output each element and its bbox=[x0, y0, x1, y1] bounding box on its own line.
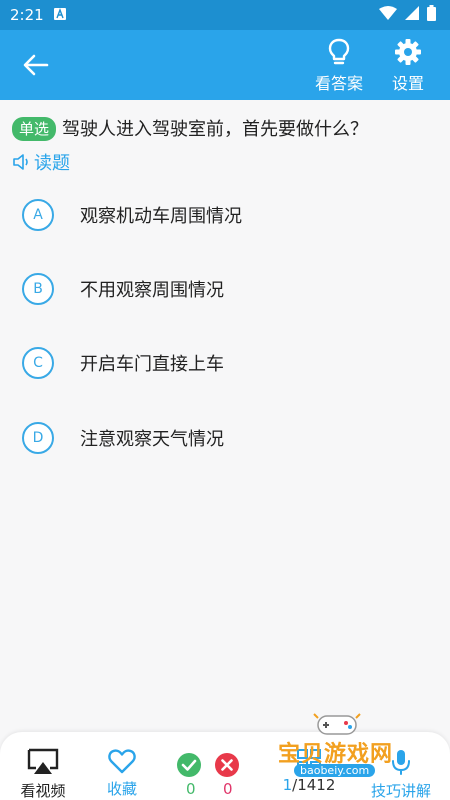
back-button[interactable] bbox=[16, 48, 56, 82]
settings-button[interactable]: 设置 bbox=[377, 38, 439, 94]
option-a-letter: A bbox=[22, 199, 54, 231]
option-b[interactable]: B 不用观察周围情况 bbox=[22, 272, 432, 306]
signal-icon bbox=[405, 6, 419, 24]
notification-icon bbox=[53, 6, 66, 24]
video-screen-icon bbox=[27, 748, 59, 774]
microphone-icon bbox=[392, 750, 410, 775]
check-circle-icon bbox=[177, 753, 201, 777]
option-d-text: 注意观察天气情况 bbox=[80, 429, 224, 450]
question-type-tag: 单选 bbox=[12, 117, 57, 141]
read-question-label: 读题 bbox=[34, 153, 70, 174]
gear-icon bbox=[395, 39, 421, 65]
progress-current: 1 bbox=[282, 776, 293, 794]
option-c-text: 开启车门直接上车 bbox=[80, 354, 224, 375]
back-arrow-icon bbox=[23, 54, 49, 76]
wifi-icon bbox=[379, 6, 397, 24]
option-d[interactable]: D 注意观察天气情况 bbox=[22, 421, 432, 455]
option-d-letter: D bbox=[22, 422, 54, 454]
option-a-text: 观察机动车周围情况 bbox=[80, 206, 242, 227]
favorite-label: 收藏 bbox=[106, 780, 137, 798]
wrong-indicator bbox=[214, 752, 240, 778]
question-text: 驾驶人进入驾驶室前，首先要做什么？ bbox=[62, 119, 369, 140]
progress-total: /1412 bbox=[292, 776, 336, 794]
watch-video-label: 看视频 bbox=[20, 782, 66, 800]
progress-text: 1/1412 bbox=[283, 776, 336, 794]
status-time: 2:21 bbox=[10, 6, 44, 24]
battery-icon bbox=[427, 5, 436, 25]
speaker-icon bbox=[13, 154, 28, 170]
settings-label: 设置 bbox=[391, 74, 424, 93]
tips-explanation-button[interactable]: 技巧讲解 bbox=[366, 748, 436, 800]
tips-explanation-label: 技巧讲解 bbox=[370, 782, 431, 800]
favorite-button[interactable]: 收藏 bbox=[100, 748, 144, 799]
option-c-letter: C bbox=[22, 347, 54, 379]
correct-indicator bbox=[176, 752, 202, 778]
read-question-button[interactable]: 读题 bbox=[12, 149, 70, 175]
watch-video-button[interactable]: 看视频 bbox=[16, 748, 70, 800]
option-b-letter: B bbox=[22, 273, 54, 305]
status-bar: 2:21 bbox=[0, 0, 450, 30]
view-answer-button[interactable]: 看答案 bbox=[308, 38, 370, 94]
option-b-text: 不用观察周围情况 bbox=[80, 280, 224, 301]
grid-icon bbox=[297, 749, 321, 771]
heart-icon bbox=[108, 749, 136, 774]
question: 单选 驾驶人进入驾驶室前，首先要做什么？ bbox=[12, 117, 442, 143]
app-bar: 看答案 设置 bbox=[0, 30, 450, 100]
cross-circle-icon bbox=[215, 753, 239, 777]
bottom-bar: 看视频 收藏 0 0 1/1412 技巧讲解 bbox=[0, 732, 450, 800]
option-a[interactable]: A 观察机动车周围情况 bbox=[22, 198, 432, 232]
wrong-count: 0 bbox=[223, 780, 233, 798]
correct-count: 0 bbox=[186, 780, 196, 798]
view-answer-label: 看答案 bbox=[314, 74, 363, 93]
lightbulb-icon bbox=[328, 38, 350, 65]
question-progress[interactable]: 1/1412 bbox=[274, 748, 344, 794]
option-c[interactable]: C 开启车门直接上车 bbox=[22, 346, 432, 380]
